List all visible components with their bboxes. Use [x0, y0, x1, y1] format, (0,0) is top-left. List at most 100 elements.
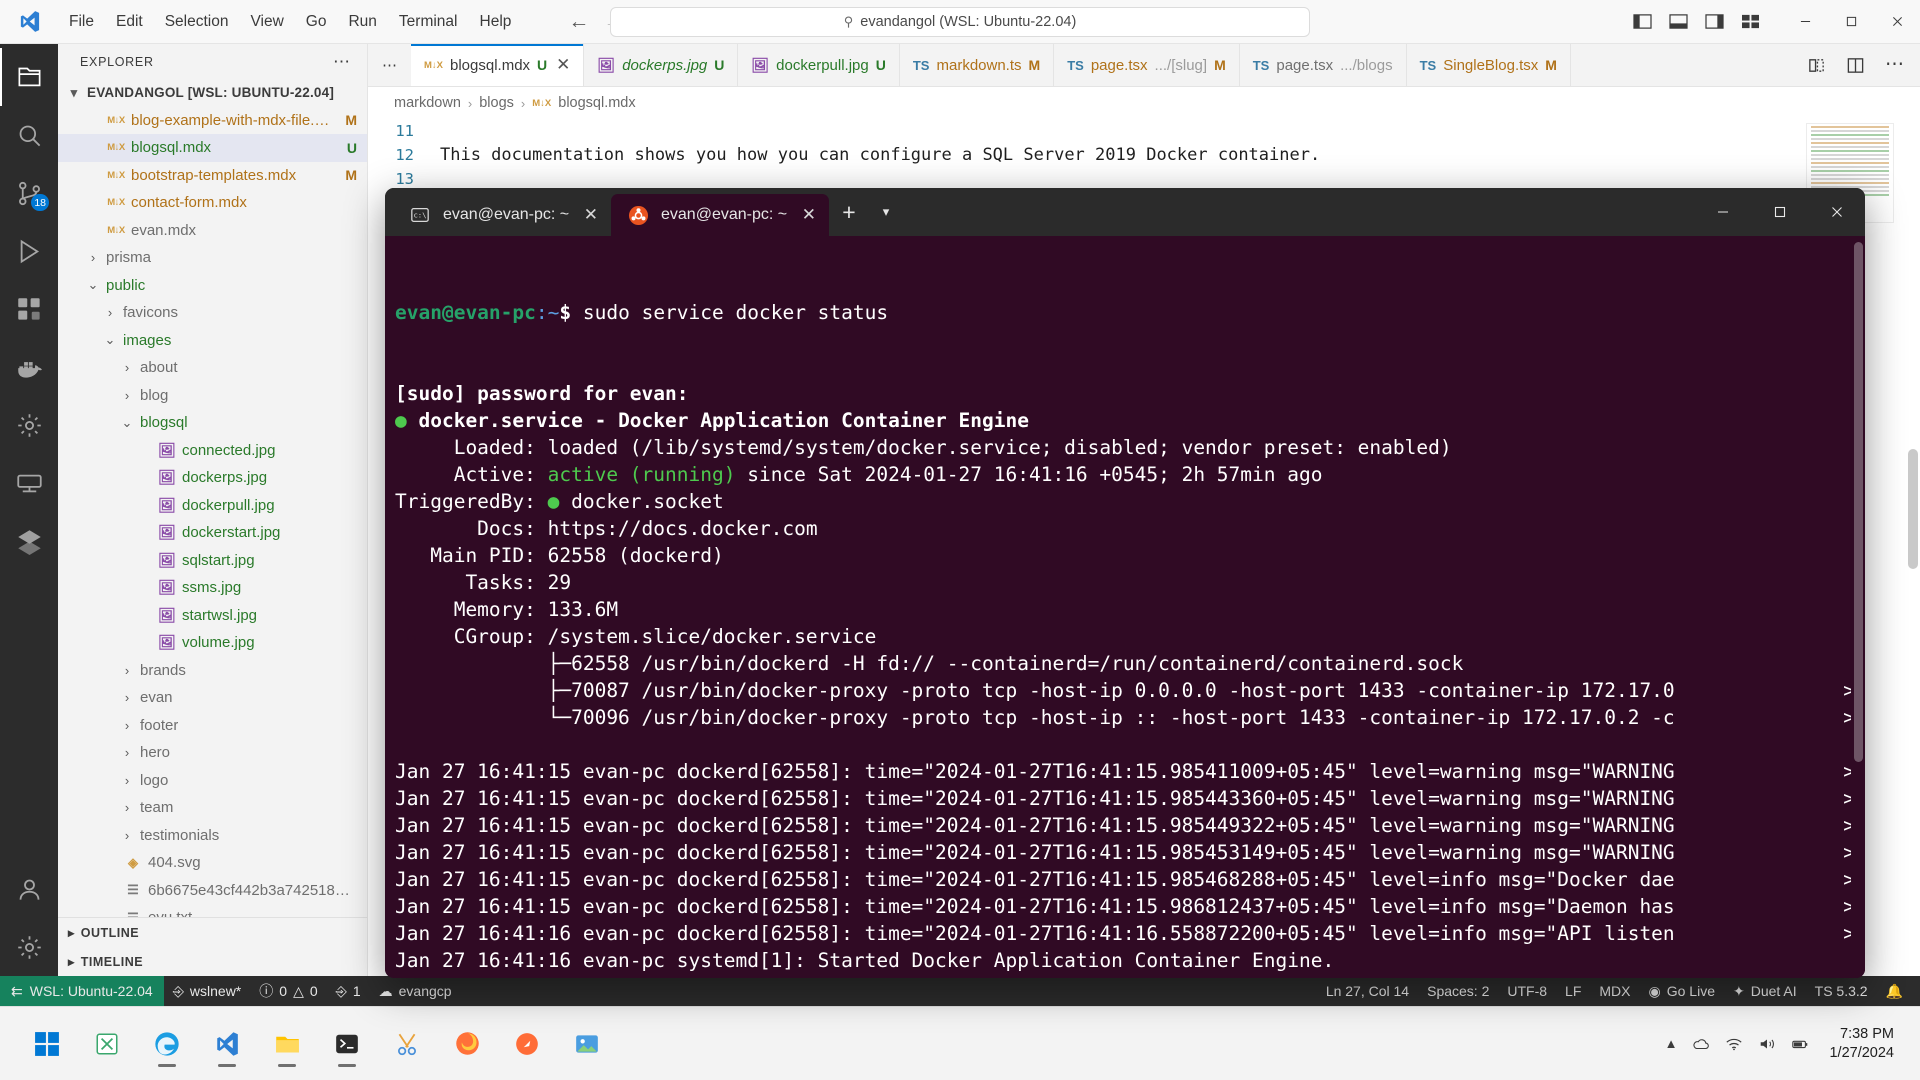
- terminal-tab-2[interactable]: evan@evan-pc: ~ ✕: [611, 194, 829, 236]
- taskbar-clock[interactable]: 7:38 PM 1/27/2024: [1823, 1025, 1906, 1063]
- status-go-live[interactable]: ◉ Go Live: [1640, 976, 1724, 1006]
- explorer-more-actions-icon[interactable]: ⋯: [333, 52, 357, 72]
- menu-terminal[interactable]: Terminal: [388, 9, 469, 35]
- tree-item-ssms-jpg[interactable]: 🖼 ssms.jpg: [58, 574, 367, 602]
- battery-icon[interactable]: [1791, 1036, 1809, 1052]
- tree-item-dockerpull-jpg[interactable]: 🖼 dockerpull.jpg: [58, 492, 367, 520]
- tree-root-row[interactable]: ▾ EVANDANGOL [WSL: UBUNTU-22.04]: [58, 79, 367, 107]
- sidebar-item-extensions[interactable]: [0, 280, 58, 338]
- postman-app-icon[interactable]: [502, 1019, 552, 1069]
- tree-item-images[interactable]: ⌄ images: [58, 327, 367, 355]
- tree-item-startwsl-jpg[interactable]: 🖼 startwsl.jpg: [58, 602, 367, 630]
- status-problems[interactable]: ⓘ 0 △ 0: [250, 976, 326, 1006]
- panel-outline[interactable]: ▸ OUTLINE: [58, 918, 367, 947]
- tree-item-evan-mdx[interactable]: M↓X evan.mdx: [58, 217, 367, 245]
- close-window-button[interactable]: [1874, 0, 1920, 44]
- onedrive-icon[interactable]: [1692, 1036, 1710, 1052]
- tree-item-blog[interactable]: › blog: [58, 382, 367, 410]
- close-icon[interactable]: ✕: [802, 205, 816, 225]
- editor-scrollbar-thumb[interactable]: [1908, 449, 1918, 569]
- terminal-maximize-button[interactable]: [1751, 188, 1808, 236]
- status-eol[interactable]: LF: [1556, 976, 1590, 1006]
- status-encoding[interactable]: UTF-8: [1498, 976, 1556, 1006]
- tree-item-hero[interactable]: › hero: [58, 739, 367, 767]
- accounts-icon[interactable]: [0, 860, 58, 918]
- toggle-primary-sidebar-icon[interactable]: [1633, 13, 1652, 30]
- sidebar-item-run-and-debug[interactable]: [0, 222, 58, 280]
- status-duet-ai[interactable]: ✦ Duet AI: [1724, 976, 1806, 1006]
- search-input[interactable]: ⚲ evandangol (WSL: Ubuntu-22.04): [610, 6, 1310, 37]
- tree-item-testimonials[interactable]: › testimonials: [58, 822, 367, 850]
- status-cursor-position[interactable]: Ln 27, Col 14: [1317, 976, 1418, 1006]
- breadcrumb[interactable]: markdown › blogs › M↓X blogsql.mdx: [368, 87, 1920, 119]
- terminal-app-icon[interactable]: [322, 1019, 372, 1069]
- split-editor-icon[interactable]: [1807, 56, 1826, 75]
- tree-item-volume-jpg[interactable]: 🖼 volume.jpg: [58, 629, 367, 657]
- menu-edit[interactable]: Edit: [105, 9, 154, 35]
- chevron-down-icon[interactable]: ▾: [869, 188, 903, 236]
- minimize-window-button[interactable]: [1782, 0, 1828, 44]
- network-icon[interactable]: [1725, 1036, 1743, 1052]
- tree-item-blogsql-mdx[interactable]: M↓X blogsql.mdx U: [58, 134, 367, 162]
- sidebar-item-remote-explorer[interactable]: [0, 454, 58, 512]
- tree-item-logo[interactable]: › logo: [58, 767, 367, 795]
- gear-icon[interactable]: [0, 918, 58, 976]
- terminal-tab-1[interactable]: c:\ evan@evan-pc: ~ ✕: [393, 194, 611, 236]
- editor-tab-page-tsx[interactable]: TS page.tsx .../[slug] M: [1054, 44, 1240, 86]
- tree-item-bootstrap-templates-mdx[interactable]: M↓X bootstrap-templates.mdx M: [58, 162, 367, 190]
- breadcrumb-item[interactable]: blogs: [479, 95, 514, 111]
- tree-item-connected-jpg[interactable]: 🖼 connected.jpg: [58, 437, 367, 465]
- tree-item-about[interactable]: › about: [58, 354, 367, 382]
- editor-scrollbar[interactable]: [1906, 119, 1920, 976]
- status-ports[interactable]: ⎆ 1: [327, 976, 370, 1006]
- firefox-app-icon[interactable]: [442, 1019, 492, 1069]
- editor-tab-page-tsx[interactable]: TS page.tsx .../blogs: [1239, 44, 1407, 86]
- tree-item-favicons[interactable]: › favicons: [58, 299, 367, 327]
- breadcrumb-item[interactable]: markdown: [394, 95, 461, 111]
- status-account-gcp[interactable]: ☁ evangcp: [370, 976, 461, 1006]
- menu-run[interactable]: Run: [337, 9, 387, 35]
- sidebar-item-source-control[interactable]: 18: [0, 164, 58, 222]
- menu-help[interactable]: Help: [469, 9, 523, 35]
- editor-more-actions-icon[interactable]: ⋯: [1885, 55, 1904, 74]
- tree-item-sqlstart-jpg[interactable]: 🖼 sqlstart.jpg: [58, 547, 367, 575]
- tree-item-prisma[interactable]: › prisma: [58, 244, 367, 272]
- status-indentation[interactable]: Spaces: 2: [1418, 976, 1498, 1006]
- editor-tabs[interactable]: ⋯ M↓X blogsql.mdx U ✕ 🖼 dockerps.jpg U 🖼 dockerp…: [368, 44, 1791, 86]
- tree-item-brands[interactable]: › brands: [58, 657, 367, 685]
- terminal-scrollbar-thumb[interactable]: [1854, 242, 1863, 762]
- file-tree[interactable]: ▾ EVANDANGOL [WSL: UBUNTU-22.04] M↓X blog…: [58, 79, 367, 917]
- edge-app-icon[interactable]: [142, 1019, 192, 1069]
- tree-item-blogsql[interactable]: ⌄ blogsql: [58, 409, 367, 437]
- sidebar-item-explorer[interactable]: [0, 48, 58, 106]
- sidebar-item-docker[interactable]: [0, 338, 58, 396]
- close-icon[interactable]: ✕: [556, 55, 570, 75]
- tree-item-team[interactable]: › team: [58, 794, 367, 822]
- close-icon[interactable]: ✕: [584, 205, 598, 225]
- editor-tab-markdown-ts[interactable]: TS markdown.ts M: [899, 44, 1055, 86]
- toggle-panel-icon[interactable]: [1669, 13, 1688, 30]
- status-branch[interactable]: ⎆ wslnew*: [164, 976, 251, 1006]
- tree-item-dockerstart-jpg[interactable]: 🖼 dockerstart.jpg: [58, 519, 367, 547]
- snipping-tool-app-icon[interactable]: [382, 1019, 432, 1069]
- windows-terminal-window[interactable]: c:\ evan@evan-pc: ~ ✕ evan@evan-pc: ~ ✕ …: [385, 188, 1865, 978]
- tree-item-contact-form-mdx[interactable]: M↓X contact-form.mdx: [58, 189, 367, 217]
- sidebar-item-settings-sync[interactable]: [0, 396, 58, 454]
- open-changes-icon[interactable]: [1846, 56, 1865, 75]
- vscode-app-icon[interactable]: [202, 1019, 252, 1069]
- maximize-window-button[interactable]: [1828, 0, 1874, 44]
- terminal-scrollbar[interactable]: [1851, 236, 1865, 978]
- tree-item-evan[interactable]: › evan: [58, 684, 367, 712]
- editor-tab-blogsql-mdx[interactable]: M↓X blogsql.mdx U ✕: [411, 44, 585, 86]
- tree-item-dockerps-jpg[interactable]: 🖼 dockerps.jpg: [58, 464, 367, 492]
- tree-item-404-svg[interactable]: ◈ 404.svg: [58, 849, 367, 877]
- new-tab-button[interactable]: +: [829, 188, 869, 236]
- customize-layout-icon[interactable]: [1741, 13, 1760, 30]
- file-explorer-app-icon[interactable]: [262, 1019, 312, 1069]
- panel-timeline[interactable]: ▸ TIMELINE: [58, 947, 367, 976]
- tree-item-evu-txt[interactable]: ☰ evu.txt: [58, 904, 367, 917]
- photos-app-icon[interactable]: [562, 1019, 612, 1069]
- bell-icon[interactable]: 🔔: [1877, 976, 1912, 1006]
- tree-item-blog-example-with-mdx-file-mdx[interactable]: M↓X blog-example-with-mdx-file.mdx M: [58, 107, 367, 135]
- terminal-close-button[interactable]: [1808, 188, 1865, 236]
